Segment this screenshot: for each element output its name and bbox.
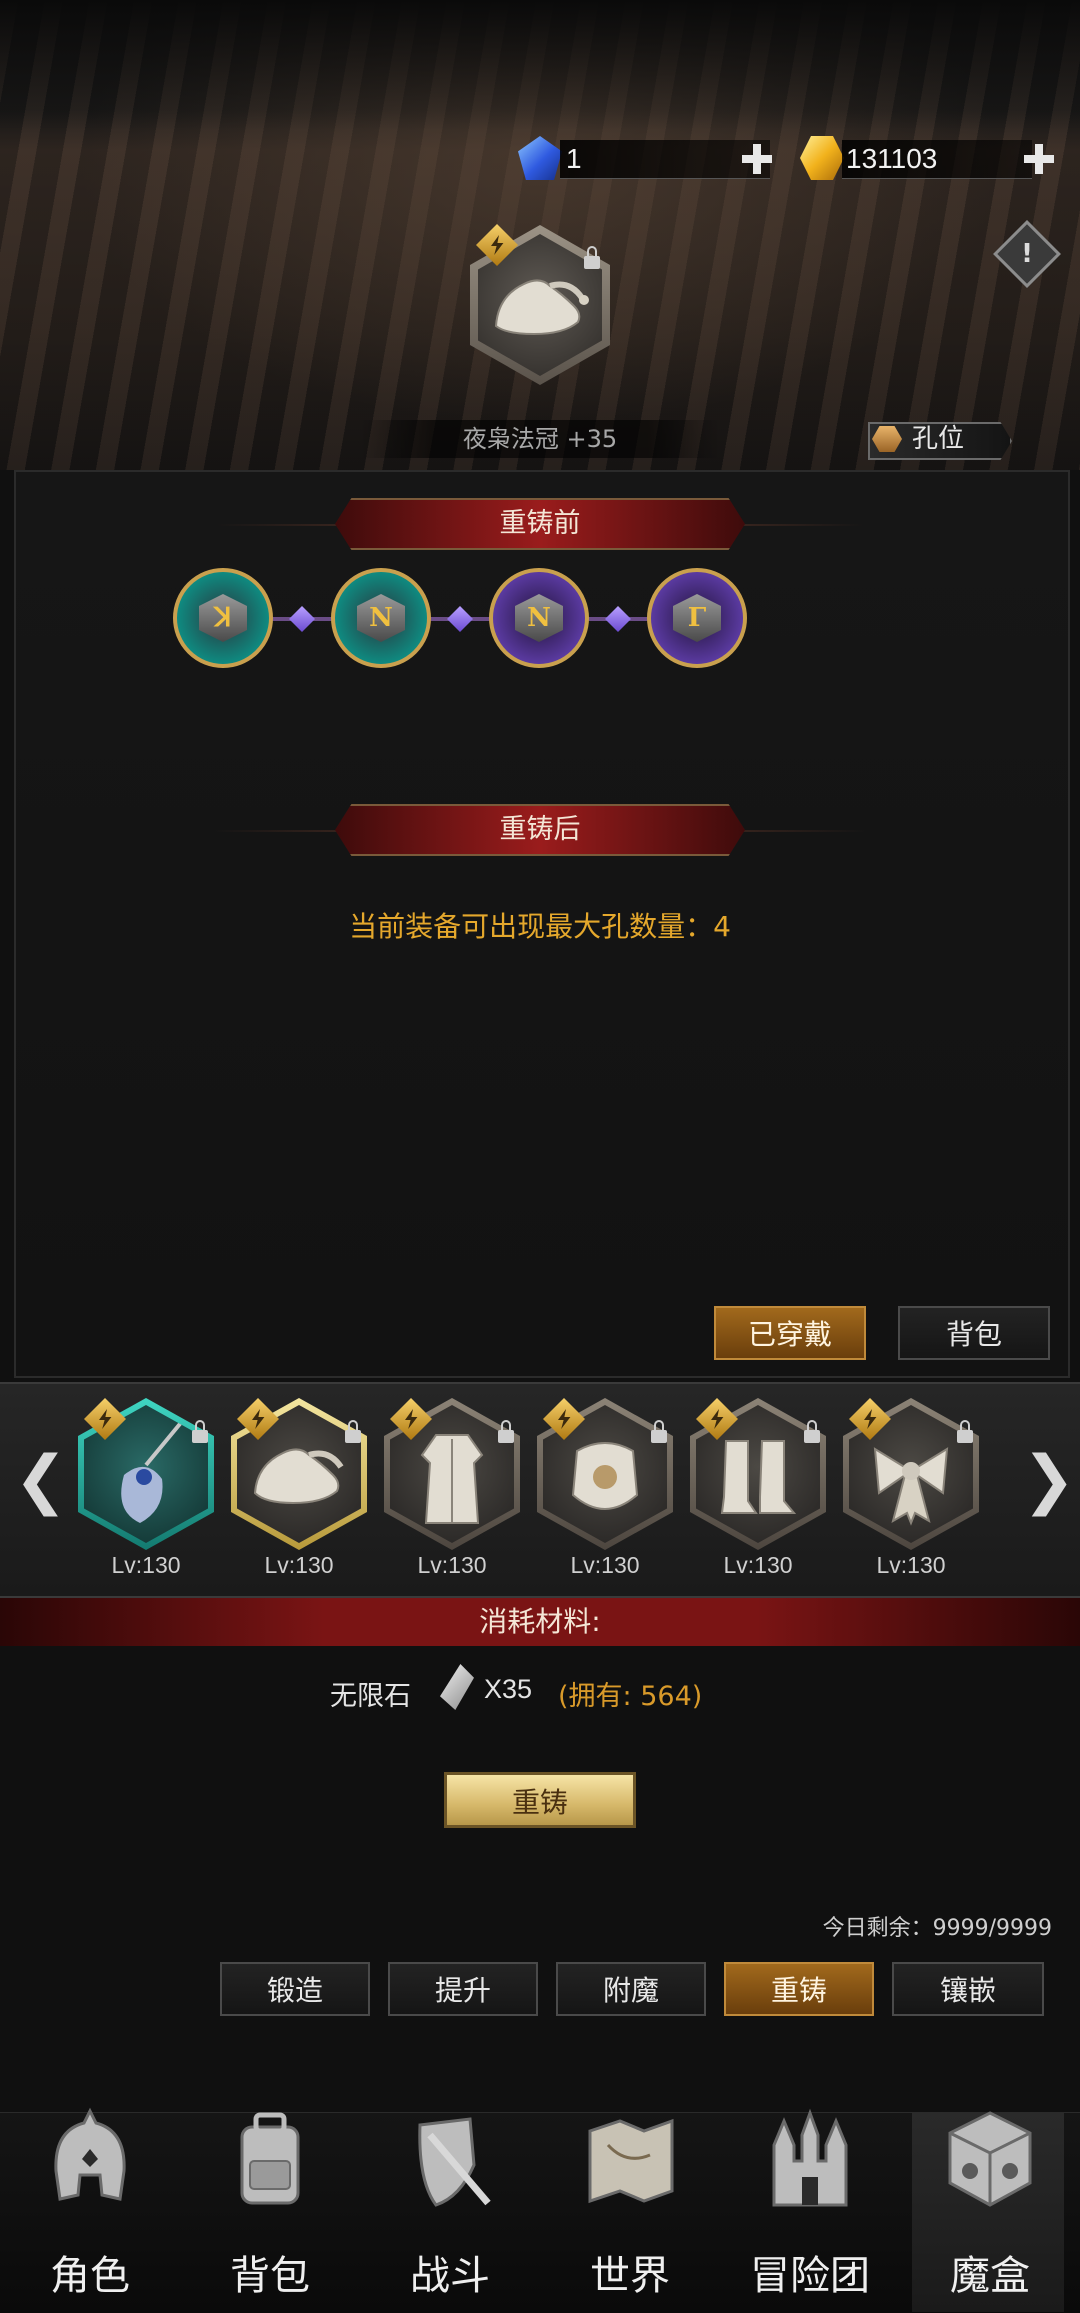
slot-level: Lv:130 xyxy=(417,1552,487,1578)
cost-title: 消耗材料: xyxy=(0,1598,1080,1646)
rune-socket-3[interactable]: N xyxy=(489,568,589,668)
material-quantity: X35 xyxy=(484,1674,533,1704)
tab-reforge[interactable]: 重铸 xyxy=(724,1962,874,2016)
reforge-button[interactable]: 重铸 xyxy=(444,1772,636,1828)
daily-remaining: 今日剩余：9999/9999 xyxy=(822,1916,1052,1941)
lock-icon xyxy=(651,1420,667,1443)
tab-forge[interactable]: 锻造 xyxy=(220,1962,370,2016)
slot-level: Lv:130 xyxy=(876,1552,946,1578)
chevron-right-icon[interactable]: ❯ xyxy=(1022,1445,1076,1515)
material-owned: (拥有: 564) xyxy=(558,1681,703,1712)
slot-level: Lv:130 xyxy=(264,1552,334,1578)
castle-icon xyxy=(772,2108,848,2207)
lock-icon xyxy=(804,1420,820,1443)
diamond-count: 1 xyxy=(566,143,582,174)
map-icon xyxy=(588,2118,674,2204)
rune-gem-icon: Γ xyxy=(673,594,721,642)
helmet-icon xyxy=(54,2107,126,2201)
rune-gem-icon: N xyxy=(357,594,405,642)
slot-level: Lv:130 xyxy=(570,1552,640,1578)
gold-count: 131103 xyxy=(846,143,938,174)
backpack-icon xyxy=(240,2112,300,2205)
lock-icon xyxy=(957,1420,973,1443)
slot-level: Lv:130 xyxy=(111,1552,181,1578)
rune-gem-icon: N xyxy=(515,594,563,642)
add-diamond-button[interactable] xyxy=(740,142,774,176)
slot-level: Lv:130 xyxy=(723,1552,793,1578)
rune-socket-1[interactable]: ꓘ xyxy=(173,568,273,668)
chevron-left-icon[interactable]: ❮ xyxy=(14,1445,68,1515)
material-name: 无限石 xyxy=(330,1681,411,1712)
after-reforge-banner: 重铸后 xyxy=(335,804,745,856)
lock-icon xyxy=(192,1420,208,1443)
lock-icon xyxy=(345,1420,361,1443)
add-gold-button[interactable] xyxy=(1022,142,1056,176)
rune-socket-4[interactable]: Γ xyxy=(647,568,747,668)
lock-icon xyxy=(498,1420,514,1443)
max-socket-text: 当前装备可出现最大孔数量：4 xyxy=(349,910,731,943)
rune-socket-2[interactable]: N xyxy=(331,568,431,668)
before-reforge-banner: 重铸前 xyxy=(335,498,745,550)
equipped-filter-button[interactable]: 已穿戴 xyxy=(714,1306,866,1360)
diamond-bar xyxy=(560,140,770,179)
top-shade xyxy=(0,0,1080,130)
tab-enchant[interactable]: 附魔 xyxy=(556,1962,706,2016)
tab-upgrade[interactable]: 提升 xyxy=(388,1962,538,2016)
item-name: 夜枭法冠 +35 xyxy=(462,425,618,453)
sword-shield-icon xyxy=(418,2117,491,2207)
magic-box-icon xyxy=(948,2111,1032,2207)
socket-button-label: 孔位 xyxy=(912,424,965,454)
infinity-stone-icon xyxy=(440,1664,474,1710)
rune-gem-icon: ꓘ xyxy=(199,594,247,642)
lock-icon xyxy=(584,246,600,269)
tab-inlay[interactable]: 镶嵌 xyxy=(892,1962,1044,2016)
bag-filter-button[interactable]: 背包 xyxy=(898,1306,1050,1360)
